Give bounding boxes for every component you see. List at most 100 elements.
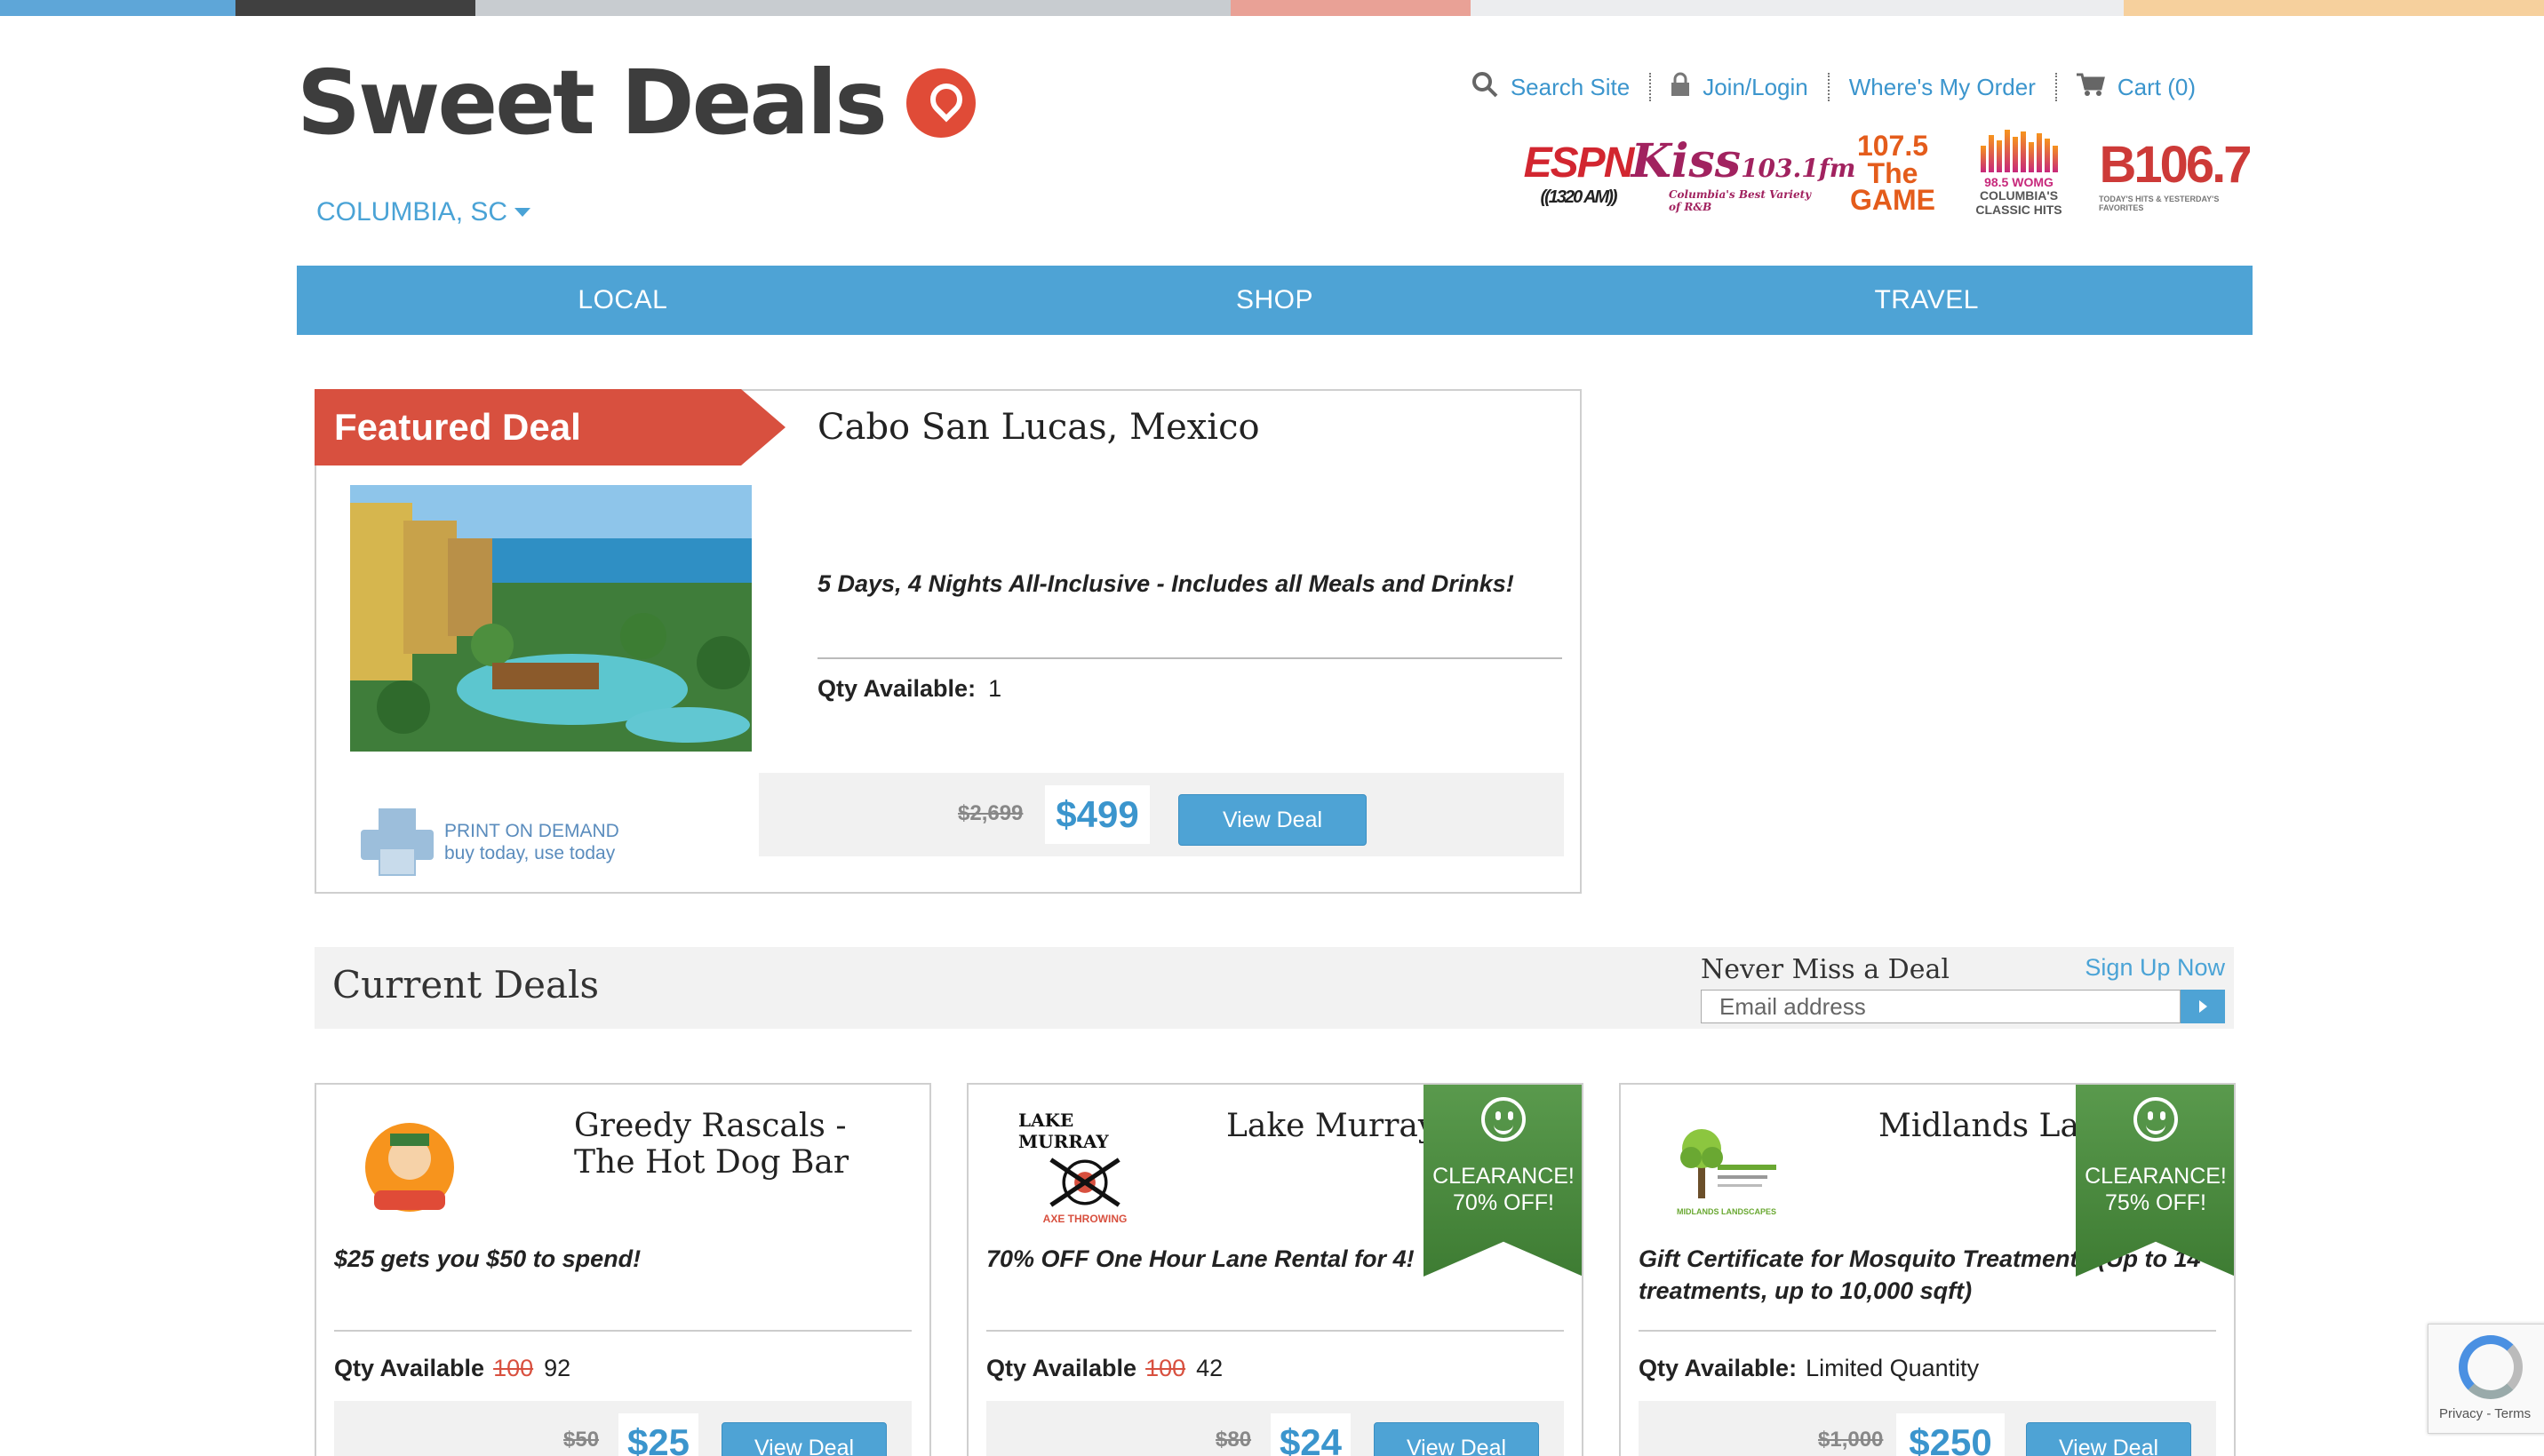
sign-up-now-link[interactable]: Sign Up Now (2085, 954, 2225, 982)
email-input[interactable]: Email address (1701, 990, 2181, 1023)
sale-price: $25 (618, 1413, 698, 1456)
location-pin-icon (905, 68, 976, 138)
smiley-icon (1481, 1097, 1526, 1142)
deal-title[interactable]: Greedy Rascals - The Hot Dog Bar (574, 1108, 912, 1182)
wheres-my-order-link[interactable]: Where's My Order (1830, 73, 2057, 101)
deal-price-bar: $50 $25 View Deal (334, 1401, 912, 1456)
equalizer-bars-icon (1980, 129, 2058, 172)
print-line2: buy today, use today (444, 843, 616, 863)
recaptcha-icon (2459, 1335, 2523, 1399)
logo-text: MIDLANDS LANDSCAPES (1676, 1207, 1776, 1216)
recaptcha-badge[interactable]: Privacy - Terms (2428, 1324, 2544, 1434)
search-site-label: Search Site (1510, 73, 1631, 100)
city-label: COLUMBIA, SC (316, 197, 508, 227)
midlands-landscapes-logo[interactable]: MIDLANDS LANDSCAPES (1669, 1110, 1784, 1225)
nav-travel[interactable]: TRAVEL (1600, 266, 2253, 335)
divider (986, 1330, 1564, 1332)
badge-line2: 75% OFF! (2105, 1190, 2206, 1215)
old-price: $50 (563, 1428, 600, 1452)
join-login-link[interactable]: Join/Login (1651, 72, 1830, 103)
view-deal-button[interactable]: View Deal (1374, 1422, 1539, 1456)
greedy-rascals-logo[interactable] (352, 1110, 467, 1225)
search-icon (1471, 71, 1498, 104)
deal-qty: Qty Available: Limited Quantity (1639, 1355, 1979, 1382)
kiss-name: Kiss (1631, 133, 1742, 188)
current-deals-bar: Current Deals Never Miss a Deal Sign Up … (315, 947, 2234, 1029)
qty-label: Qty Available (334, 1355, 485, 1381)
utility-nav: Search Site Join/Login Where's My Order … (1452, 71, 2215, 104)
printer-icon (361, 808, 434, 876)
kiss-tagline: Columbia's Best Variety of R&B (1669, 187, 1812, 213)
the-game-1075-logo[interactable]: 107.5 The GAME (1846, 129, 1939, 218)
deal-card: Greedy Rascals - The Hot Dog Bar $25 get… (315, 1083, 931, 1456)
featured-qty: Qty Available: 1 (817, 675, 1001, 703)
deal-price-bar: $80 $24 View Deal (986, 1401, 1564, 1456)
logo-text: LAKE MURRAY (1018, 1110, 1109, 1152)
main-nav: LOCAL SHOP TRAVEL (297, 266, 2253, 335)
qty-old: 100 (493, 1355, 534, 1381)
recaptcha-links[interactable]: Privacy - Terms (2439, 1406, 2531, 1421)
qty-old: 100 (1145, 1355, 1186, 1381)
view-deal-button[interactable]: View Deal (722, 1422, 887, 1456)
lock-icon (1671, 72, 1690, 103)
view-deal-button[interactable]: View Deal (1178, 794, 1367, 846)
featured-deal-ribbon: Featured Deal (315, 389, 786, 465)
logo-text: Sweet Deals (297, 51, 888, 155)
featured-price-bar: $2,699 $499 View Deal (759, 773, 1564, 856)
current-deals-title: Current Deals (332, 963, 600, 1006)
espn-name: ESPN (1523, 139, 1635, 187)
print-on-demand: PRINT ON DEMAND buy today, use today (361, 808, 619, 876)
womg-tagline: COLUMBIA'S CLASSIC HITS (1975, 188, 2062, 217)
b1067-tagline: TODAY'S HITS & YESTERDAY'S FAVORITES (2099, 194, 2220, 212)
kiss-freq: 103.1fm (1741, 153, 1856, 183)
sale-price: $499 (1045, 785, 1150, 844)
deal-qty: Qty Available 100 42 (986, 1355, 1223, 1382)
deal-card: LAKE MURRAY AXE THROWING Lake Murray Axe… (967, 1083, 1583, 1456)
old-price: $2,699 (958, 801, 1024, 825)
featured-deal-image[interactable] (350, 485, 752, 752)
deal-qty: Qty Available 100 92 (334, 1355, 570, 1382)
badge-line1: CLEARANCE! (1432, 1164, 1575, 1189)
featured-deal-card: Featured Deal Cabo San Lucas, Mexico 5 D… (315, 389, 1582, 894)
qty-value: 42 (1196, 1355, 1224, 1381)
cart-label: Cart (0) (2117, 73, 2196, 100)
badge-line1: CLEARANCE! (2085, 1164, 2227, 1189)
nav-shop[interactable]: SHOP (949, 266, 1601, 335)
qty-label: Qty Available: (817, 675, 977, 702)
caret-down-icon (514, 208, 531, 217)
old-price: $80 (1216, 1428, 1252, 1452)
divider (334, 1330, 912, 1332)
lake-murray-logo[interactable]: LAKE MURRAY AXE THROWING (1018, 1110, 1152, 1225)
nav-local[interactable]: LOCAL (297, 266, 949, 335)
badge-line2: 70% OFF! (1453, 1190, 1554, 1215)
never-miss-label: Never Miss a Deal (1701, 954, 1950, 985)
email-submit-button[interactable] (2181, 990, 2225, 1023)
view-deal-button[interactable]: View Deal (2026, 1422, 2191, 1456)
smiley-icon (2133, 1097, 2178, 1142)
qty-label: Qty Available (986, 1355, 1137, 1381)
search-site-link[interactable]: Search Site (1452, 71, 1652, 104)
station-logos: ESPN ((1320 AM)) Kiss 103.1fm Columbia's… (1516, 129, 2253, 218)
old-price: $1,000 (1818, 1428, 1884, 1452)
deal-card: MIDLANDS LANDSCAPES Midlands Landscap Gi… (1619, 1083, 2236, 1456)
womg-freq: 98.5 WOMG (1984, 174, 2054, 189)
logo-sub: AXE THROWING (1042, 1213, 1128, 1225)
b1067-logo[interactable]: B106.7 TODAY'S HITS & YESTERDAY'S FAVORI… (2099, 129, 2253, 218)
game-name: 107.5 The GAME (1850, 130, 1935, 217)
cart-link[interactable]: Cart (0) (2057, 73, 2215, 101)
espn-1320-logo[interactable]: ESPN ((1320 AM)) (1516, 129, 1640, 218)
womg-985-logo[interactable]: 98.5 WOMG COLUMBIA'S CLASSIC HITS (1967, 129, 2070, 218)
deal-price-bar: $1,000 $250 View Deal (1639, 1401, 2216, 1456)
featured-deal-title[interactable]: Cabo San Lucas, Mexico (817, 407, 1260, 448)
divider (1639, 1330, 2216, 1332)
qty-label: Qty Available: (1639, 1355, 1798, 1381)
sale-price: $250 (1896, 1413, 2005, 1456)
site-logo[interactable]: Sweet Deals (297, 59, 976, 147)
city-selector[interactable]: COLUMBIA, SC (316, 197, 531, 227)
top-color-strip (0, 0, 2544, 16)
kiss-1031-logo[interactable]: Kiss 103.1fm Columbia's Best Variety of … (1631, 129, 1856, 218)
b1067-name: B106.7 (2099, 135, 2252, 194)
deal-description: $25 gets you $50 to spend! (334, 1245, 642, 1272)
wheres-my-order-label: Where's My Order (1848, 73, 2036, 100)
qty-value: 92 (544, 1355, 571, 1381)
